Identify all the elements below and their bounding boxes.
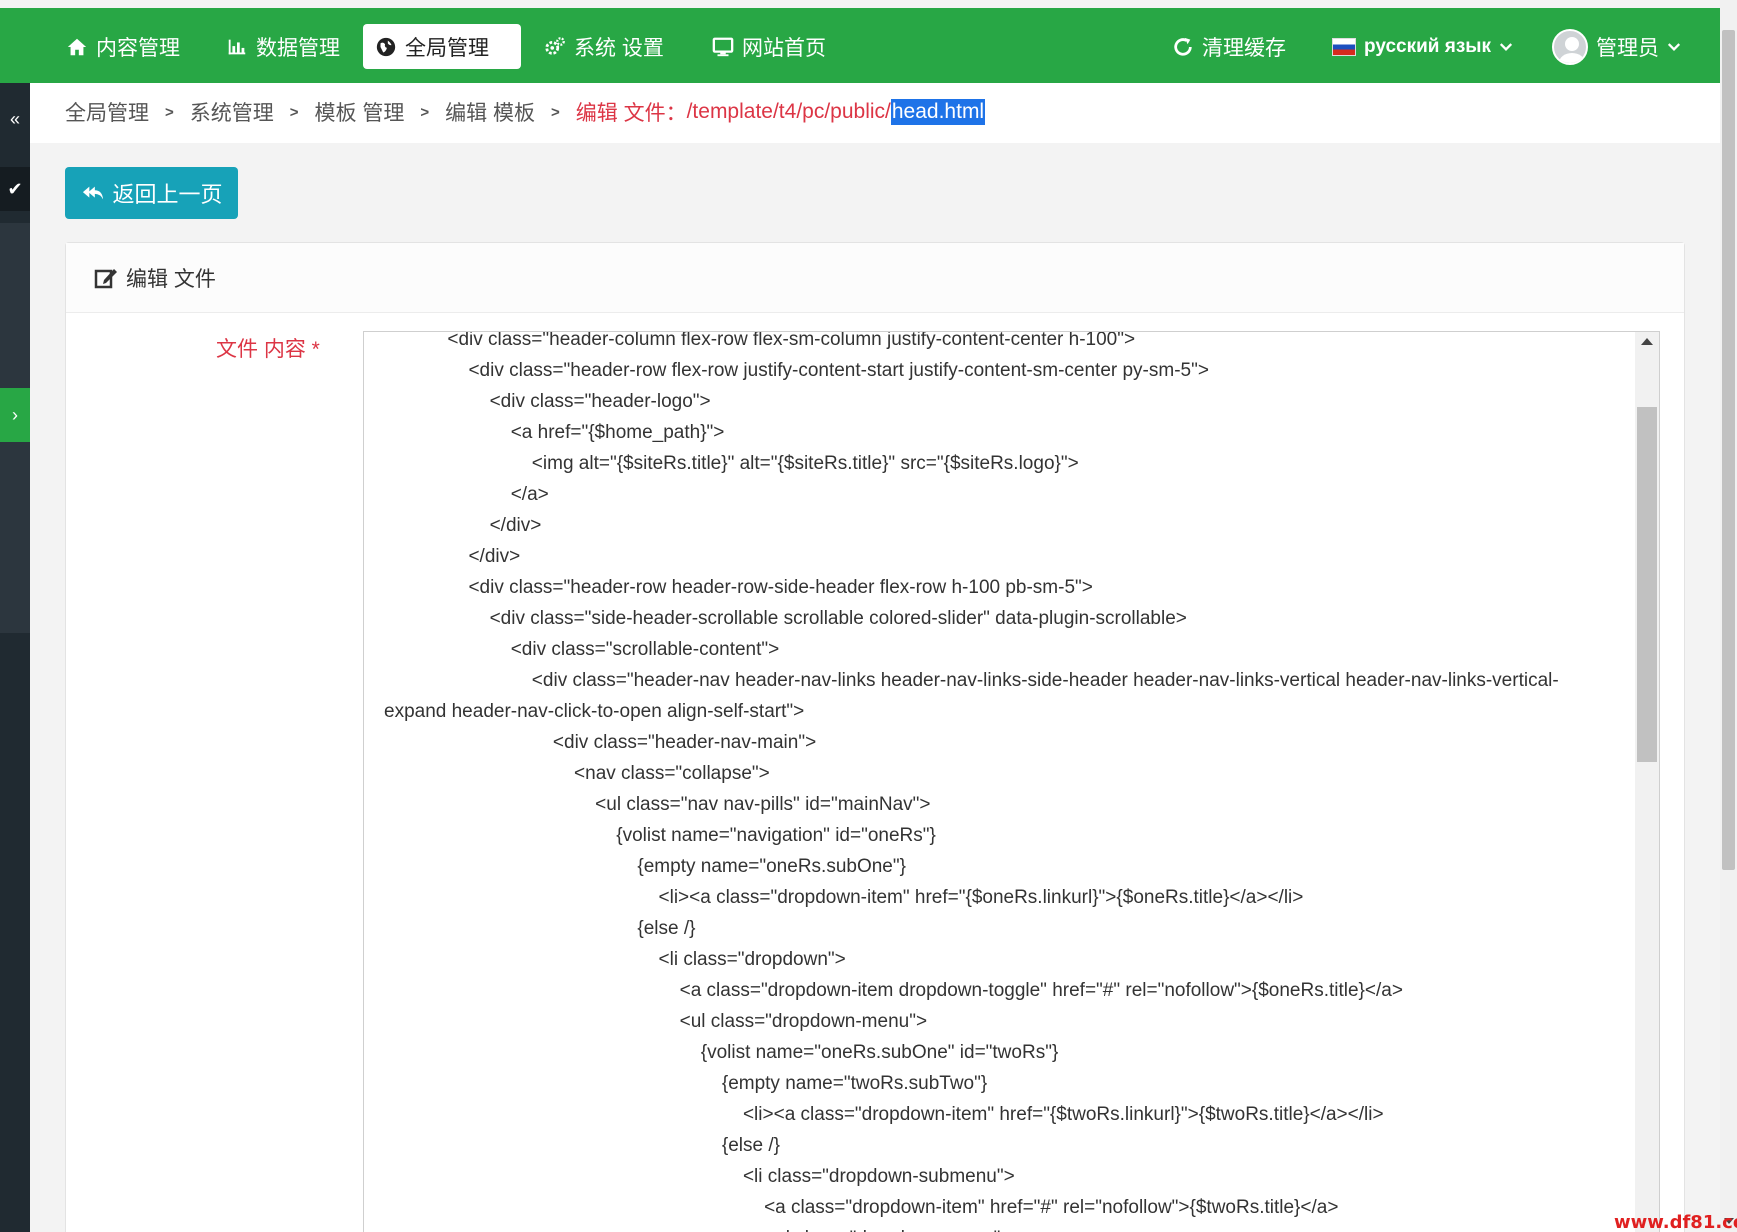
card-title: 编辑 文件 <box>126 267 216 291</box>
chevron-right-icon: > <box>165 103 174 121</box>
code-lines: <div class="header-column flex-row flex-… <box>384 331 1634 1232</box>
code-line: <div class="header-logo"> <box>384 391 711 412</box>
code-line: {volist name="navigation" id="oneRs"} <box>384 825 936 846</box>
chevron-right-icon: > <box>289 103 299 121</box>
nav-system-settings[interactable]: 系统 设置 <box>532 24 676 69</box>
top-navbar: 内容管理 数据管理 全局管理 系统 设置 网站首页 清理缓存 русский я… <box>0 8 1720 83</box>
breadcrumb-file-name: head.html <box>890 99 986 125</box>
code-line: <div class="header-nav-main"> <box>384 732 817 753</box>
monitor-icon <box>712 37 734 56</box>
code-line: <ul class="nav nav-pills" id="mainNav"> <box>384 794 931 815</box>
nav-label: 内容管理 <box>96 36 180 60</box>
card-header: 编辑 文件 <box>66 243 1684 313</box>
code-line: </div> <box>384 515 542 536</box>
page-scrollbar-thumb[interactable] <box>1722 30 1735 870</box>
refresh-icon <box>1174 37 1192 56</box>
check-icon: ✔ <box>7 178 23 199</box>
code-line: {else /} <box>384 918 696 939</box>
code-line: <ul class="dropdown-menu"> <box>384 1223 1634 1232</box>
breadcrumb-current-label: 编辑 文件： <box>575 102 687 125</box>
back-button[interactable]: 返回上一页 <box>65 167 238 219</box>
nav-global-management[interactable]: 全局管理 <box>363 24 521 69</box>
globe-icon <box>376 37 396 56</box>
sidebar: « ✔ › <box>0 83 30 1232</box>
nav-website-home[interactable]: 网站首页 <box>700 24 838 69</box>
avatar <box>1552 28 1588 65</box>
chevron-right-icon: › <box>12 404 18 425</box>
code-line: <ul class="dropdown-menu"> <box>384 1011 928 1032</box>
code-line: <a class="dropdown-item dropdown-toggle"… <box>384 980 1403 1001</box>
file-content-textarea[interactable]: <div class="header-column flex-row flex-… <box>363 331 1660 1232</box>
user-menu[interactable]: 管理员 <box>1540 24 1693 69</box>
chevron-right-icon: > <box>420 103 430 121</box>
code-line: <a class="dropdown-item" href="#" rel="n… <box>384 1197 1339 1218</box>
nav-data-management[interactable]: 数据管理 <box>214 24 352 69</box>
chevron-right-icon: > <box>550 103 560 121</box>
sidebar-collapse-button[interactable]: « <box>0 97 30 141</box>
code-line: expand header-nav-click-to-open align-se… <box>384 701 805 722</box>
code-line: {empty name="oneRs.subOne"} <box>384 856 906 877</box>
nav-content-management[interactable]: 内容管理 <box>54 24 192 69</box>
code-line: </div> <box>384 546 521 567</box>
language-dropdown[interactable]: русский язык <box>1320 24 1525 69</box>
breadcrumb-item[interactable]: 编辑 模板 <box>445 97 535 127</box>
clear-cache-button[interactable]: 清理缓存 <box>1160 24 1298 69</box>
breadcrumb-bar: 全局管理 > 系统管理 > 模板 管理 > 编辑 模板 > 编辑 文件： /te… <box>30 83 1720 143</box>
code-line: <a href="{$home_path}"> <box>384 422 725 443</box>
chevron-down-icon <box>1499 42 1513 51</box>
sidebar-item-check[interactable]: ✔ <box>0 167 30 211</box>
code-line: <img alt="{$siteRs.title}" alt="{$siteRs… <box>384 453 1079 474</box>
watermark: www.df81.com <box>1614 1212 1737 1232</box>
code-line: {else /} <box>384 1135 780 1156</box>
code-line: <li class="dropdown-submenu"> <box>384 1166 1015 1187</box>
nav-label: 数据管理 <box>256 36 340 60</box>
nav-label: 网站首页 <box>742 36 826 60</box>
code-line: <li><a class="dropdown-item" href="{$one… <box>384 887 1304 908</box>
breadcrumb-item[interactable]: 全局管理 <box>65 97 149 127</box>
code-line: <div class="header-row flex-row justify-… <box>384 360 1209 381</box>
breadcrumb: 全局管理 > 系统管理 > 模板 管理 > 编辑 模板 > 编辑 文件： /te… <box>65 97 986 127</box>
russian-flag-icon <box>1332 37 1356 56</box>
code-line: <div class="header-row header-row-side-h… <box>384 577 1093 598</box>
code-line: <nav class="collapse"> <box>384 763 770 784</box>
breadcrumb-file-path: /template/t4/pc/public/ <box>686 100 891 123</box>
edit-icon <box>94 268 117 288</box>
code-line: <div class="header-nav header-nav-links … <box>384 670 1559 691</box>
nav-label: 系统 设置 <box>574 36 664 60</box>
gears-icon <box>545 36 565 55</box>
editor-scrollbar-thumb[interactable] <box>1637 407 1657 762</box>
nav-label: 全局管理 <box>405 36 489 60</box>
code-line: {volist name="oneRs.subOne" id="twoRs"} <box>384 1042 1059 1063</box>
double-chevron-left-icon: « <box>9 108 20 129</box>
edit-file-card: 编辑 文件 文件 内容 * <div class="header-column … <box>65 242 1685 1232</box>
language-label: русский язык <box>1364 35 1491 57</box>
clear-cache-label: 清理缓存 <box>1202 36 1286 60</box>
code-line: <li><a class="dropdown-item" href="{$two… <box>384 1104 1384 1125</box>
code-line: <div class="scrollable-content"> <box>384 639 780 660</box>
home-icon <box>67 38 87 55</box>
code-line: </a> <box>384 484 549 505</box>
reply-all-icon <box>83 186 104 200</box>
back-button-label: 返回上一页 <box>112 182 223 207</box>
chevron-down-icon <box>1667 42 1681 51</box>
breadcrumb-item[interactable]: 系统管理 <box>190 97 274 127</box>
code-line: <li class="dropdown"> <box>384 949 846 970</box>
file-content-label: 文件 内容 * <box>216 338 320 361</box>
code-line: <div class="header-column flex-row flex-… <box>384 331 1136 350</box>
code-line: {empty name="twoRs.subTwo"} <box>384 1073 988 1094</box>
user-name: 管理员 <box>1596 36 1659 60</box>
sidebar-item-active[interactable]: › <box>0 388 30 442</box>
bar-chart-icon <box>228 39 246 54</box>
breadcrumb-item[interactable]: 模板 管理 <box>315 97 405 127</box>
code-line: <div class="side-header-scrollable scrol… <box>384 608 1187 629</box>
editor-scrollbar[interactable] <box>1635 332 1659 1232</box>
scroll-up-arrow-icon[interactable] <box>1641 338 1653 345</box>
